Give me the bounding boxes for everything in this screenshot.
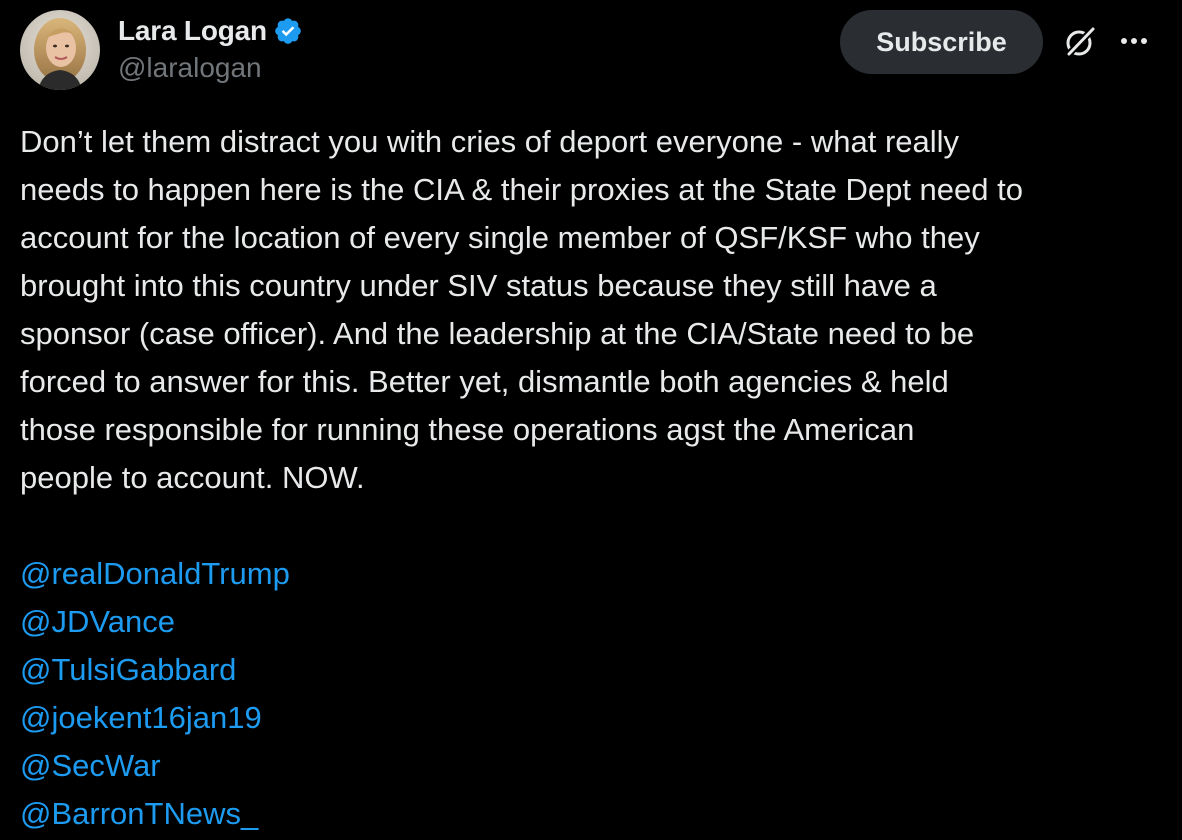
- verified-badge-icon: [273, 16, 303, 46]
- mention-link[interactable]: @SecWar: [20, 748, 161, 783]
- more-options-icon[interactable]: [1114, 26, 1154, 56]
- mention-item: @realDonaldTrump: [20, 550, 620, 598]
- author-handle[interactable]: @laralogan: [118, 52, 262, 84]
- mention-item: @joekent16jan19: [20, 694, 620, 742]
- mention-item: @JDVance: [20, 598, 620, 646]
- mention-link[interactable]: @joekent16jan19: [20, 700, 262, 735]
- mention-list: @realDonaldTrump @JDVance @TulsiGabbard …: [20, 550, 620, 838]
- avatar[interactable]: [20, 10, 100, 90]
- mention-item: @SecWar: [20, 742, 620, 790]
- mention-link[interactable]: @realDonaldTrump: [20, 556, 290, 591]
- mention-item: @BarronTNews_: [20, 790, 620, 838]
- grok-icon[interactable]: [1062, 24, 1098, 60]
- avatar-image: [20, 10, 100, 90]
- mention-link[interactable]: @JDVance: [20, 604, 175, 639]
- mention-link[interactable]: @TulsiGabbard: [20, 652, 236, 687]
- mention-item: @TulsiGabbard: [20, 646, 620, 694]
- post: Lara Logan @laralogan Subscribe Don’t le…: [0, 0, 1182, 840]
- author-name-row: Lara Logan: [118, 14, 303, 48]
- mention-link[interactable]: @BarronTNews_: [20, 796, 258, 831]
- subscribe-button[interactable]: Subscribe: [840, 10, 1043, 74]
- author-display-name[interactable]: Lara Logan: [118, 15, 267, 47]
- post-text: Don’t let them distract you with cries o…: [20, 124, 1023, 495]
